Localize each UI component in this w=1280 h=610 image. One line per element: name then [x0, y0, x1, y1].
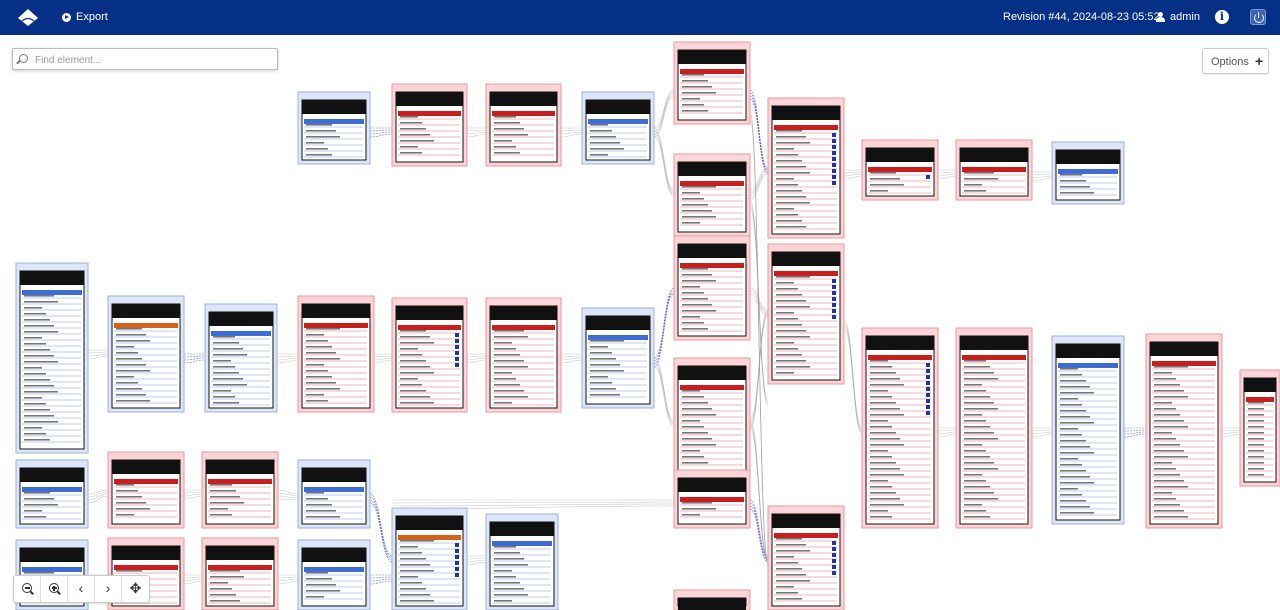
- export-button[interactable]: Export: [62, 11, 108, 23]
- table-node[interactable]: [297, 91, 371, 165]
- table-node[interactable]: [485, 297, 562, 413]
- logout-power-icon[interactable]: [1250, 9, 1266, 25]
- revision-info: Revision #44, 2024-08-23 05:52: [1003, 11, 1160, 23]
- zoom-in-icon: [49, 583, 59, 593]
- table-node[interactable]: [861, 327, 939, 529]
- table-node[interactable]: [767, 243, 845, 385]
- table-node[interactable]: [204, 303, 278, 413]
- table-node[interactable]: [297, 459, 371, 529]
- schema-diagram[interactable]: [0, 35, 1280, 610]
- table-node[interactable]: [673, 41, 751, 125]
- crosshair-icon: ✥: [129, 580, 142, 596]
- table-node[interactable]: [297, 295, 375, 413]
- search-icon: [19, 54, 28, 63]
- user-icon: [1156, 12, 1165, 22]
- table-node[interactable]: [107, 295, 185, 413]
- back-button[interactable]: ‹: [68, 576, 95, 602]
- table-node[interactable]: [297, 539, 371, 610]
- table-node[interactable]: [485, 83, 562, 167]
- fit-to-screen-button[interactable]: ✥: [122, 576, 149, 602]
- table-node[interactable]: [1239, 369, 1280, 487]
- table-node[interactable]: [673, 589, 751, 610]
- find-element-input[interactable]: [33, 51, 277, 69]
- user-menu[interactable]: admin: [1156, 11, 1200, 23]
- app-logo-icon[interactable]: [16, 8, 40, 28]
- table-node[interactable]: [955, 139, 1033, 201]
- table-node[interactable]: [1051, 335, 1125, 525]
- table-node[interactable]: [201, 537, 279, 610]
- table-node[interactable]: [201, 451, 279, 529]
- plus-icon: +: [1255, 53, 1264, 69]
- chevron-right-icon: ›: [105, 580, 111, 596]
- table-node[interactable]: [581, 91, 655, 165]
- zoom-out-icon: [22, 583, 32, 593]
- table-node[interactable]: [1145, 333, 1223, 529]
- table-node[interactable]: [107, 451, 185, 529]
- table-node[interactable]: [581, 307, 655, 409]
- options-button[interactable]: Options +: [1202, 48, 1269, 74]
- table-node[interactable]: [391, 83, 468, 167]
- find-element-search[interactable]: [12, 48, 278, 70]
- table-node[interactable]: [861, 139, 939, 201]
- table-node[interactable]: [673, 357, 751, 477]
- options-label: Options: [1211, 56, 1249, 68]
- info-icon[interactable]: i: [1215, 10, 1229, 24]
- table-node[interactable]: [1051, 141, 1125, 205]
- export-label: Export: [76, 11, 108, 23]
- forward-button[interactable]: ›: [95, 576, 122, 602]
- export-icon: [62, 12, 71, 22]
- table-node[interactable]: [767, 505, 845, 610]
- chevron-left-icon: ‹: [78, 580, 84, 596]
- zoom-in-button[interactable]: [41, 576, 68, 602]
- table-node[interactable]: [767, 97, 845, 239]
- user-name: admin: [1170, 11, 1200, 23]
- top-navigation-bar: Export Revision #44, 2024-08-23 05:52 ad…: [0, 0, 1280, 35]
- table-node[interactable]: [391, 507, 468, 610]
- zoom-toolbar: ‹ › ✥: [13, 575, 150, 603]
- table-node[interactable]: [15, 459, 89, 529]
- zoom-out-button[interactable]: [14, 576, 41, 602]
- diagram-canvas[interactable]: [0, 35, 1280, 610]
- table-node[interactable]: [15, 262, 89, 454]
- table-node[interactable]: [391, 297, 468, 413]
- table-node[interactable]: [673, 469, 751, 529]
- table-node[interactable]: [673, 235, 751, 341]
- table-node[interactable]: [485, 513, 559, 610]
- table-node[interactable]: [955, 327, 1033, 529]
- table-node[interactable]: [673, 153, 751, 237]
